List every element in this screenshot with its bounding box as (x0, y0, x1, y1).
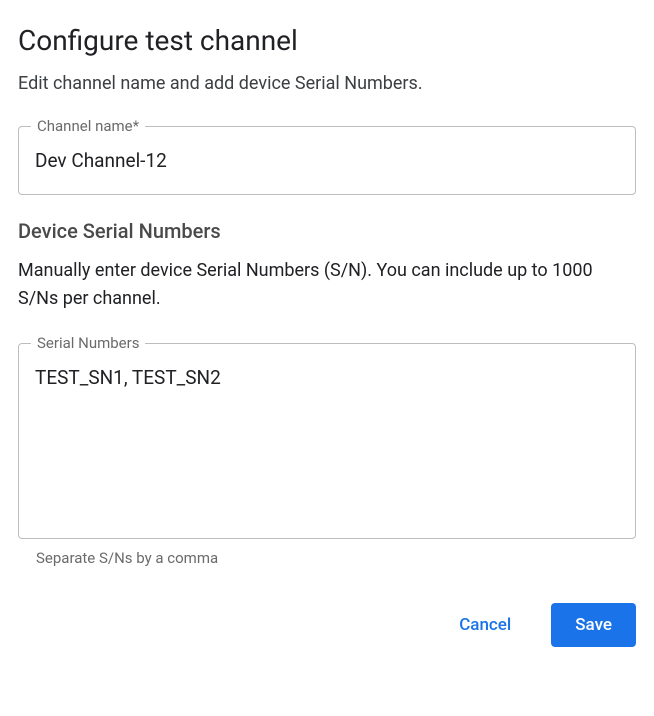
serial-numbers-label: Serial Numbers (31, 334, 145, 352)
channel-name-input[interactable] (19, 127, 635, 194)
serial-numbers-helper: Separate S/Ns by a comma (36, 549, 636, 567)
cancel-button[interactable]: Cancel (435, 603, 535, 647)
button-row: Cancel Save (18, 603, 636, 647)
channel-name-field-container: Channel name* (18, 126, 636, 195)
serial-section-heading: Device Serial Numbers (18, 219, 636, 243)
dialog-title: Configure test channel (18, 24, 636, 57)
dialog-subtitle: Edit channel name and add device Serial … (18, 73, 636, 94)
save-button[interactable]: Save (551, 603, 636, 647)
channel-name-label: Channel name* (31, 117, 145, 135)
serial-section-description: Manually enter device Serial Numbers (S/… (18, 257, 636, 313)
serial-numbers-field-container: Serial Numbers TEST_SN1, TEST_SN2 (18, 343, 636, 539)
serial-numbers-textarea[interactable]: TEST_SN1, TEST_SN2 (19, 344, 635, 534)
